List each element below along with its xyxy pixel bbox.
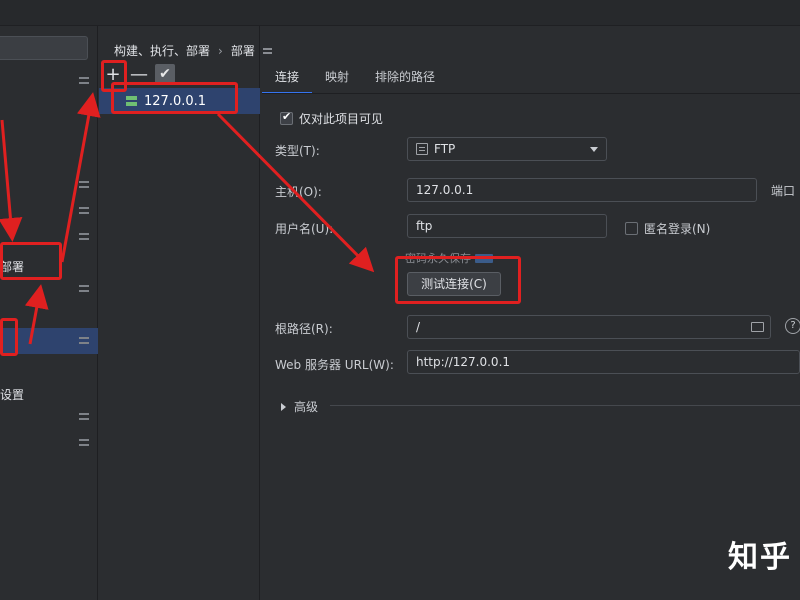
tab-bar: 连接 映射 排除的路径	[262, 64, 448, 94]
host-input[interactable]: 127.0.0.1	[407, 178, 757, 202]
web-url-input[interactable]: http://127.0.0.1	[407, 350, 800, 374]
type-label: 类型(T):	[275, 144, 320, 158]
root-path-label: 根路径(R):	[275, 322, 333, 336]
tab-connection[interactable]: 连接	[262, 64, 313, 94]
settings-search-input[interactable]	[0, 36, 88, 60]
apply-server-button[interactable]: ✔	[155, 64, 175, 84]
advanced-label: 高级	[294, 400, 319, 414]
breadcrumb-part[interactable]: 构建、执行、部署	[114, 42, 210, 59]
web-url-label: Web 服务器 URL(W):	[275, 358, 394, 372]
username-label: 用户名(U):	[275, 222, 334, 236]
menu-icon	[79, 206, 89, 215]
checkbox-icon[interactable]	[625, 222, 638, 235]
anonymous-login-checkbox[interactable]: 匿名登录(N)	[625, 220, 710, 237]
chevron-down-icon	[590, 147, 598, 152]
section-divider	[330, 405, 800, 406]
root-path-input[interactable]: /	[407, 315, 771, 339]
menu-icon	[79, 438, 89, 447]
tab-excluded-paths[interactable]: 排除的路径	[362, 64, 448, 94]
menu-icon[interactable]	[262, 47, 272, 55]
folder-icon[interactable]	[751, 322, 764, 332]
settings-tree: 部署 设置	[0, 26, 98, 600]
visible-only-label: 仅对此项目可见	[299, 112, 384, 126]
menu-icon	[79, 284, 89, 293]
annotation-box	[111, 82, 238, 114]
visible-only-checkbox[interactable]: 仅对此项目可见	[280, 110, 383, 127]
menu-icon	[79, 232, 89, 241]
host-label: 主机(O):	[275, 185, 322, 199]
ftp-icon	[416, 143, 428, 155]
help-icon[interactable]: ?	[785, 318, 800, 334]
watermark-logo: 知乎	[728, 540, 792, 575]
sidebar-item-settings[interactable]: 设置	[0, 386, 24, 403]
annotation-box	[0, 242, 62, 280]
port-label: 端口	[771, 184, 796, 198]
type-select-value: FTP	[434, 142, 456, 156]
tab-divider	[262, 93, 800, 94]
menu-icon	[79, 336, 89, 345]
type-select[interactable]: FTP	[407, 137, 607, 161]
breadcrumb-part: 部署	[230, 44, 255, 58]
username-input[interactable]: ftp	[407, 214, 607, 238]
anonymous-login-label: 匿名登录(N)	[644, 222, 711, 236]
advanced-section-toggle[interactable]: 高级	[281, 398, 318, 415]
annotation-box	[395, 256, 521, 304]
menu-icon	[79, 76, 89, 85]
tab-mapping[interactable]: 映射	[312, 64, 362, 94]
breadcrumb: 构建、执行、部署 › 部署	[114, 42, 272, 59]
annotation-box	[0, 318, 18, 356]
checkbox-icon[interactable]	[280, 110, 293, 125]
chevron-right-icon	[281, 402, 286, 411]
menu-icon	[79, 180, 89, 189]
breadcrumb-separator: ›	[218, 43, 223, 58]
remove-server-button[interactable]: —	[129, 64, 149, 85]
window-top-bar	[0, 0, 800, 26]
menu-icon	[79, 412, 89, 421]
